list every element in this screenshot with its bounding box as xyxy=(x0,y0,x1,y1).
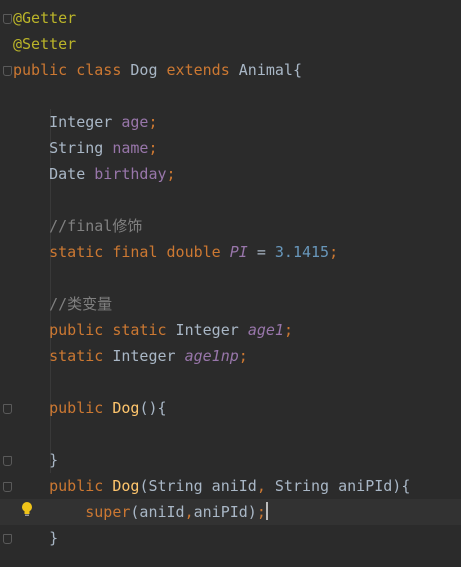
code-token: 3.1415 xyxy=(274,243,330,261)
code-token: , xyxy=(184,503,194,521)
code-token: age1 xyxy=(247,321,284,339)
code-token: ; xyxy=(148,113,158,131)
code-token: aniPId) xyxy=(193,503,257,521)
fold-marker-icon[interactable] xyxy=(3,456,12,466)
code-token: Integer xyxy=(166,321,248,339)
code-token: Date xyxy=(13,165,95,183)
code-token: Dog xyxy=(112,477,140,495)
code-line[interactable]: //final修饰 xyxy=(13,213,142,239)
code-token: ; xyxy=(283,321,293,339)
code-line[interactable]: public static Integer age1; xyxy=(13,317,293,343)
code-line[interactable]: super(aniId,aniPId); xyxy=(0,499,461,525)
code-token: static xyxy=(49,243,104,261)
fold-marker-icon[interactable] xyxy=(3,534,12,544)
intention-lightbulb-icon[interactable] xyxy=(21,501,33,517)
code-token: extends xyxy=(166,61,230,79)
code-token: final xyxy=(112,243,158,261)
code-line[interactable]: } xyxy=(13,447,58,473)
code-token: String xyxy=(13,139,113,157)
fold-marker-icon[interactable] xyxy=(3,482,12,492)
code-token: } xyxy=(13,451,59,469)
code-line[interactable]: } xyxy=(13,525,58,551)
code-token: //类变量 xyxy=(13,295,113,313)
code-token: Integer xyxy=(103,347,185,365)
code-token: Integer xyxy=(13,113,122,131)
code-line[interactable]: //类变量 xyxy=(13,291,112,317)
text-caret xyxy=(265,502,268,520)
code-line[interactable]: String name; xyxy=(13,135,158,161)
code-token: name xyxy=(112,139,149,157)
code-token: Dog xyxy=(121,61,167,79)
code-line[interactable]: Date birthday; xyxy=(13,161,176,187)
code-token: , xyxy=(256,477,266,495)
code-token: double xyxy=(166,243,221,261)
code-token: super xyxy=(85,503,131,521)
code-token: Animal{ xyxy=(229,61,302,79)
code-token: String aniPId){ xyxy=(265,477,411,495)
code-line[interactable]: static Integer age1np; xyxy=(13,343,248,369)
code-token: //final修饰 xyxy=(13,217,143,235)
code-token: = xyxy=(247,243,275,261)
code-token: static xyxy=(49,347,104,365)
code-token: ; xyxy=(148,139,158,157)
code-line[interactable]: Integer age; xyxy=(13,109,158,135)
fold-marker-icon[interactable] xyxy=(3,14,12,24)
fold-marker-icon[interactable] xyxy=(3,404,12,414)
code-token: (){ xyxy=(139,399,167,417)
code-token: (String aniId xyxy=(139,477,257,495)
code-token: public xyxy=(13,61,68,79)
code-token: ; xyxy=(238,347,248,365)
code-token: public xyxy=(49,321,104,339)
code-token: (aniId xyxy=(130,503,185,521)
code-line[interactable]: public Dog(){ xyxy=(13,395,167,421)
code-token: birthday xyxy=(94,165,167,183)
code-token: public xyxy=(49,399,104,417)
code-line[interactable]: @Getter xyxy=(13,5,76,31)
code-line[interactable]: public class Dog extends Animal{ xyxy=(13,57,302,83)
code-token: ; xyxy=(166,165,176,183)
code-token: static xyxy=(112,321,167,339)
code-line[interactable]: static final double PI = 3.1415; xyxy=(13,239,338,265)
code-token: ; xyxy=(256,503,266,521)
code-token: PI xyxy=(229,243,248,261)
code-line[interactable]: @Setter xyxy=(13,31,76,57)
fold-marker-icon[interactable] xyxy=(3,66,12,76)
code-editor[interactable]: @Getter @Setter public class Dog extends A… xyxy=(0,0,461,567)
code-token: } xyxy=(13,529,59,547)
code-token: @Setter xyxy=(13,35,77,53)
code-token: class xyxy=(76,61,122,79)
code-token: Dog xyxy=(112,399,140,417)
code-token: age1np xyxy=(184,347,239,365)
code-line[interactable]: public Dog(String aniId, String aniPId){ xyxy=(13,473,410,499)
code-token: age xyxy=(121,113,149,131)
code-token: public xyxy=(49,477,104,495)
code-token: ; xyxy=(329,243,339,261)
code-token: @Getter xyxy=(13,9,77,27)
